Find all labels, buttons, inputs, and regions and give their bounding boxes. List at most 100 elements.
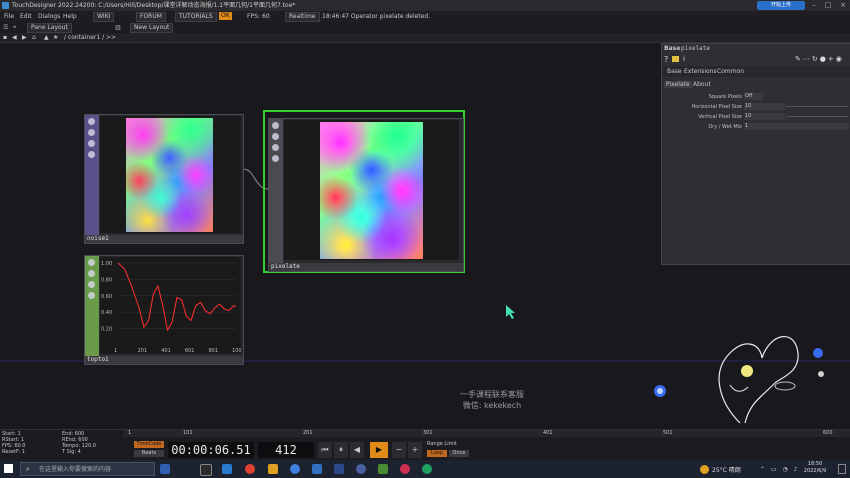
rewind-icon[interactable]: ⏮ [318, 442, 332, 458]
app8-icon[interactable] [422, 464, 432, 474]
forum-button[interactable]: FORUM [136, 12, 166, 22]
weather-icon[interactable] [700, 465, 709, 474]
forward-icon[interactable]: ▶ [22, 33, 27, 42]
hamburger-icon[interactable]: ☰ [3, 22, 8, 33]
stat-value[interactable]: 1 [22, 449, 25, 455]
split-icon[interactable]: ▥ [115, 22, 121, 33]
frame-display[interactable]: 412 [258, 442, 314, 458]
once-button[interactable]: Once [449, 450, 469, 457]
move-icon[interactable] [88, 140, 95, 147]
loop-button[interactable]: Loop [427, 450, 447, 457]
app-icon[interactable] [160, 464, 170, 474]
stat-value[interactable]: 120.0 [82, 443, 96, 449]
ruler-tick: 501 [663, 430, 673, 436]
param-dry-wet-mix-value[interactable]: 1 [744, 123, 849, 130]
windows-start-icon[interactable] [4, 464, 13, 473]
stat-value[interactable]: 4 [78, 449, 81, 455]
brush-icon[interactable] [88, 129, 95, 136]
notification-icon[interactable] [838, 464, 846, 474]
pixelate-label[interactable]: pixelate [269, 263, 463, 271]
new-layout-button[interactable]: New Layout [130, 23, 174, 33]
maximize-icon[interactable]: □ [821, 0, 835, 11]
param-header-name[interactable]: pixelate [681, 45, 710, 52]
stat-label: T Sig: [62, 449, 77, 455]
close-icon[interactable] [272, 144, 279, 151]
param-vertical-pixel-size-value[interactable]: 10 [744, 113, 785, 120]
edge-icon[interactable] [222, 464, 232, 474]
y-tick-label: 1.00 [101, 261, 112, 267]
pin-icon[interactable]: ⌖ [13, 22, 16, 33]
param-horizontal-pixel-size-value[interactable]: 10 [744, 103, 785, 110]
timeline-ruler[interactable]: 1 101 201 301 401 501 600 [123, 430, 850, 437]
task-view-icon[interactable] [200, 464, 212, 476]
link-icon[interactable] [88, 151, 95, 158]
up-icon[interactable]: ▲ [44, 33, 49, 42]
brush-icon[interactable] [88, 270, 95, 277]
gear-icon[interactable] [88, 259, 95, 266]
taskbar-search-input[interactable]: 在这里输入你要搜索的内容 [20, 462, 155, 476]
star-icon[interactable]: ★ [53, 33, 58, 42]
back-icon[interactable]: ◀ [12, 33, 17, 42]
pixelate-node[interactable]: pixelate [268, 118, 464, 272]
app2-icon[interactable] [290, 464, 300, 474]
play-icon[interactable]: ▶ [370, 442, 388, 458]
tray-icons[interactable]: ⌃ ▭ ◔ ♪ [760, 466, 799, 473]
step-back-icon[interactable]: − [392, 442, 406, 458]
app7-icon[interactable] [400, 464, 410, 474]
param-horizontal-pixel-size-label: Horizontal Pixel Size [691, 104, 742, 110]
beats-mode-button[interactable]: Beats [134, 450, 164, 457]
menu-edit[interactable]: Edit [20, 11, 32, 22]
vertical-pixel-size-slider[interactable] [786, 116, 848, 117]
noise1-node[interactable]: noise1 [84, 114, 244, 244]
realtime-toggle[interactable]: Realtime [285, 12, 320, 22]
move-icon[interactable] [88, 281, 95, 288]
gear-icon[interactable] [88, 118, 95, 125]
subtab-about[interactable]: About [693, 81, 711, 88]
network-path[interactable]: / container1 / >> [64, 33, 116, 42]
help-icon[interactable]: ? [664, 55, 668, 64]
tab-extensions[interactable]: Extensions [684, 68, 717, 75]
pause-icon[interactable]: ⏸ [334, 442, 348, 458]
horizontal-pixel-size-slider[interactable] [786, 106, 848, 107]
timecode-mode-button[interactable]: TimeCode [134, 441, 164, 448]
parameter-panel: Base pixelate ? i ✎⋯↻●+◉ Base Extensions… [661, 43, 850, 265]
home-icon[interactable]: ⌂ [32, 33, 36, 42]
tutorials-button[interactable]: TUTORIALS [175, 12, 217, 22]
explorer-icon[interactable] [268, 464, 278, 474]
link-icon[interactable] [88, 292, 95, 299]
pane-menu-icon[interactable]: ▪ [3, 33, 7, 42]
topto1-label[interactable]: topto1 [85, 356, 243, 364]
subtab-pixelate[interactable]: Pixelate [664, 81, 692, 88]
app5-icon[interactable] [356, 464, 366, 474]
clock[interactable]: 18:50 2022/6/9 [800, 461, 830, 475]
info-icon[interactable]: i [683, 55, 685, 63]
topto1-node[interactable]: 1.00 0.80 0.60 0.40 0.20 1 201 401 601 801 100 top… [84, 255, 244, 365]
brush-icon[interactable] [272, 133, 279, 140]
ok-badge[interactable]: OK [219, 12, 232, 20]
step-forward-icon[interactable]: + [408, 442, 422, 458]
app3-icon[interactable] [312, 464, 322, 474]
tab-base[interactable]: Base [667, 68, 682, 75]
gear-icon[interactable] [272, 122, 279, 129]
menu-file[interactable]: File [4, 11, 14, 22]
tab-common[interactable]: Common [717, 68, 744, 75]
temperature-text[interactable]: 25°C 晴朗 [712, 465, 741, 474]
folder-icon[interactable] [672, 56, 679, 62]
timecode-display[interactable]: 00:00:06.51 [168, 442, 254, 458]
play-reverse-icon[interactable]: ◀ [350, 442, 364, 458]
app6-icon[interactable] [378, 464, 388, 474]
wiki-button[interactable]: WIKI [93, 12, 115, 22]
param-square-pixels-value[interactable]: Off [744, 93, 763, 100]
upload-button[interactable]: 开始上传 [757, 1, 805, 10]
chrome-icon[interactable] [245, 464, 255, 474]
menu-help[interactable]: Help [63, 11, 77, 22]
param-toolbar-icons[interactable]: ✎⋯↻●+◉ [795, 55, 844, 63]
pane-layout-button[interactable]: Pane Layout [27, 23, 72, 33]
close-icon[interactable]: × [836, 0, 850, 11]
menu-dialogs[interactable]: Dialogs [38, 11, 60, 22]
chop-chart: 1.00 0.80 0.60 0.40 0.20 1 201 401 601 801 100 [101, 261, 241, 354]
noise1-label[interactable]: noise1 [85, 235, 243, 243]
minimize-icon[interactable]: – [807, 0, 821, 11]
app4-icon[interactable] [334, 464, 344, 474]
link-icon[interactable] [272, 155, 279, 162]
